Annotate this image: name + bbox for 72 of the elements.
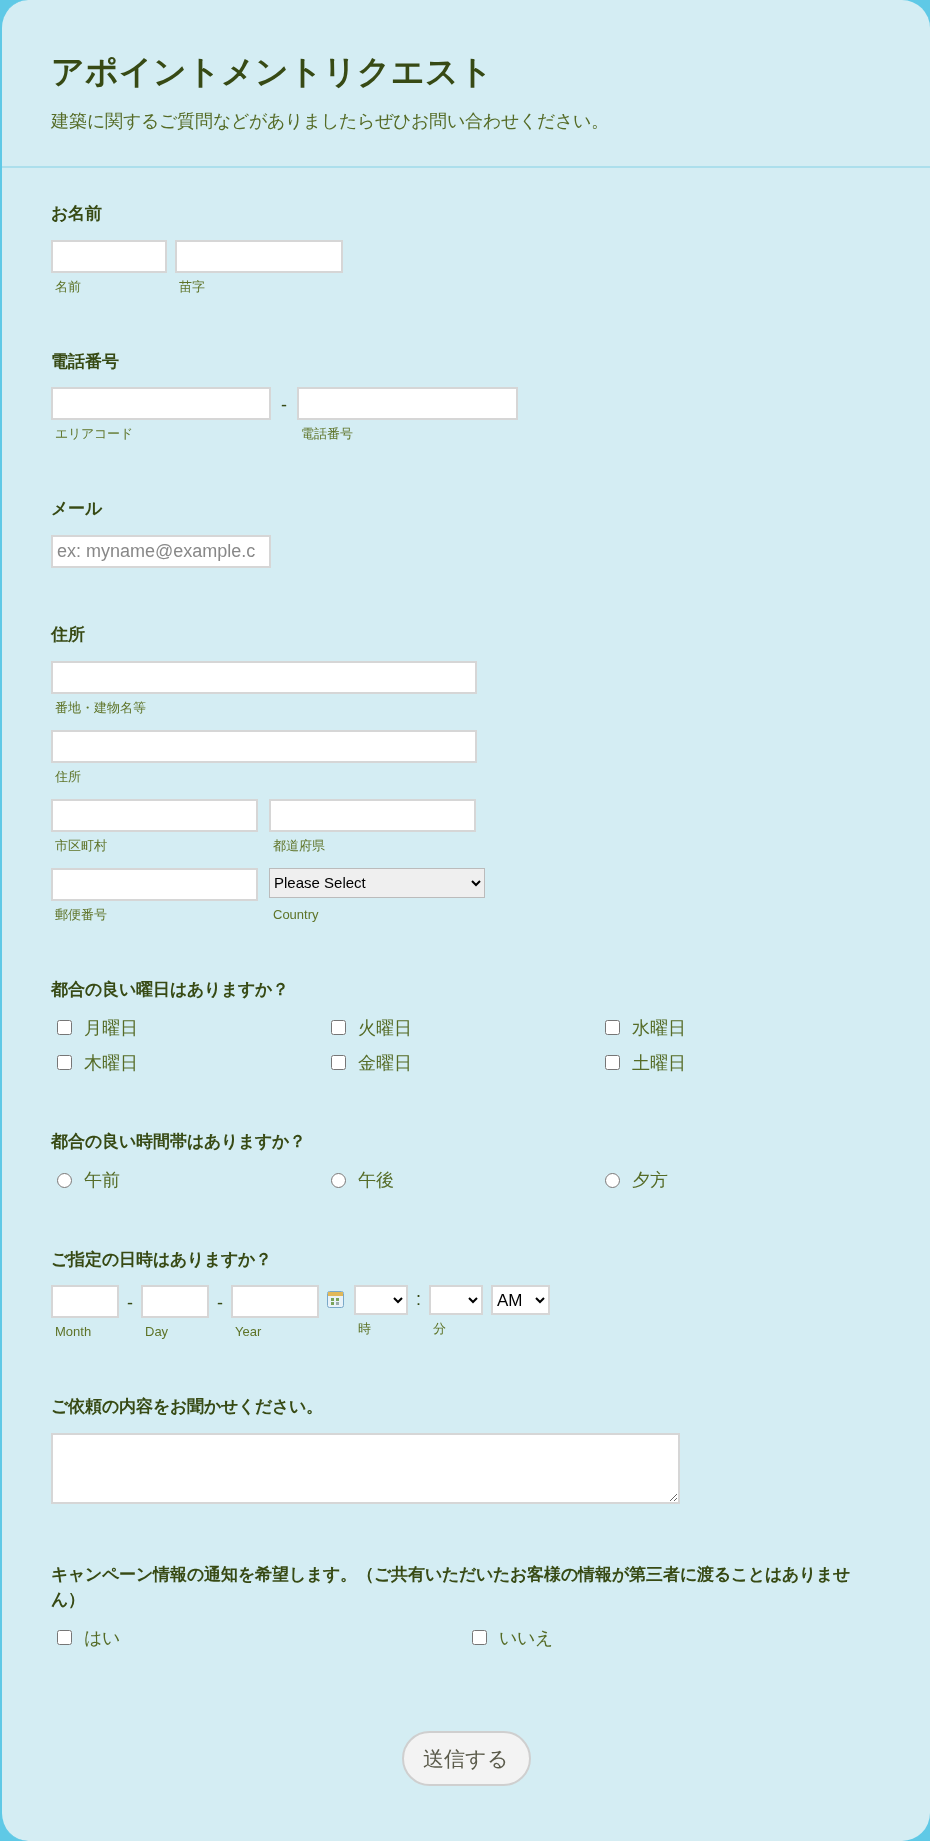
- text-field[interactable]: [51, 660, 477, 694]
- field-label: 都合の良い時間帯はありますか？: [51, 1131, 307, 1154]
- separator: -: [126, 1292, 134, 1315]
- radio-button[interactable]: [57, 1172, 72, 1188]
- option-label: 火曜日: [358, 1016, 412, 1040]
- field-sublabel: Country: [273, 906, 320, 923]
- option-label: 金曜日: [358, 1051, 412, 1075]
- option-label: 午後: [358, 1169, 394, 1193]
- text-field[interactable]: [51, 729, 477, 763]
- country-select[interactable]: Please Select: [269, 867, 485, 898]
- radio-button[interactable]: [605, 1172, 620, 1188]
- checkbox[interactable]: [331, 1020, 346, 1036]
- option-label: 土曜日: [632, 1051, 686, 1075]
- field-sublabel: 番地・建物名等: [55, 699, 147, 716]
- separator: -: [216, 1292, 224, 1315]
- field-sublabel: エリアコード: [55, 426, 134, 443]
- separator: -: [280, 394, 288, 417]
- field-sublabel: 住所: [55, 768, 82, 785]
- option-label: いいえ: [499, 1626, 553, 1650]
- form-description: 建築に関するご質問などがありましたらぜひお問い合わせください。: [51, 110, 610, 133]
- text-field[interactable]: [51, 1285, 119, 1319]
- checkbox[interactable]: [57, 1630, 72, 1646]
- text-field[interactable]: [51, 387, 271, 421]
- text-field[interactable]: [231, 1285, 319, 1319]
- field-sublabel: 時: [358, 1321, 372, 1338]
- field-sublabel: 郵便番号: [55, 906, 108, 923]
- message-field[interactable]: [51, 1433, 680, 1505]
- text-field[interactable]: [141, 1285, 209, 1319]
- separator: :: [415, 1288, 422, 1311]
- ampm-select[interactable]: AM: [491, 1285, 550, 1316]
- field-label: メール: [51, 498, 104, 521]
- form-title: アポイントメントリクエスト: [51, 52, 494, 92]
- field-sublabel: 市区町村: [55, 837, 108, 854]
- field-label: 住所: [51, 623, 86, 646]
- checkbox[interactable]: [57, 1055, 72, 1071]
- field-sublabel: 名前: [55, 278, 82, 295]
- radio-button[interactable]: [331, 1172, 346, 1188]
- hour-select[interactable]: [354, 1285, 408, 1316]
- field-sublabel: Month: [55, 1324, 93, 1341]
- option-label: 水曜日: [632, 1016, 686, 1040]
- text-field[interactable]: [297, 387, 518, 421]
- field-sublabel: 都道府県: [273, 837, 326, 854]
- field-label: キャンペーン情報の通知を希望します。（ご共有いただいたお客様の情報が第三者に渡ることはありません）: [51, 1564, 851, 1611]
- field-sublabel: Day: [145, 1324, 170, 1341]
- option-label: 午前: [84, 1169, 120, 1193]
- field-sublabel: 苗字: [179, 278, 206, 295]
- checkbox[interactable]: [472, 1630, 487, 1646]
- checkbox[interactable]: [605, 1055, 620, 1071]
- field-sublabel: 分: [433, 1321, 447, 1338]
- field-label: ご依頼の内容をお聞かせください。: [51, 1396, 324, 1419]
- checkbox[interactable]: [605, 1020, 620, 1036]
- minute-select[interactable]: [429, 1285, 483, 1316]
- checkbox[interactable]: [331, 1055, 346, 1071]
- option-label: 月曜日: [84, 1016, 138, 1040]
- option-label: 夕方: [632, 1169, 668, 1193]
- text-field[interactable]: [175, 239, 343, 273]
- field-sublabel: 電話番号: [301, 426, 354, 443]
- field-label: お名前: [51, 203, 103, 225]
- calendar-icon[interactable]: [327, 1291, 344, 1309]
- checkbox[interactable]: [57, 1020, 72, 1036]
- text-field[interactable]: [51, 798, 258, 832]
- text-field[interactable]: [51, 867, 258, 901]
- submit-button[interactable]: 送信する: [401, 1731, 531, 1787]
- option-label: 木曜日: [84, 1051, 138, 1075]
- field-label: 都合の良い曜日はありますか？: [51, 978, 290, 1001]
- field-label: 電話番号: [51, 350, 120, 373]
- field-label: ご指定の日時はありますか？: [51, 1248, 273, 1271]
- email-field[interactable]: ex: myname@example.c: [51, 534, 271, 568]
- option-label: はい: [84, 1626, 120, 1650]
- text-field[interactable]: [51, 239, 167, 273]
- text-field[interactable]: [269, 798, 476, 832]
- field-sublabel: Year: [235, 1324, 263, 1341]
